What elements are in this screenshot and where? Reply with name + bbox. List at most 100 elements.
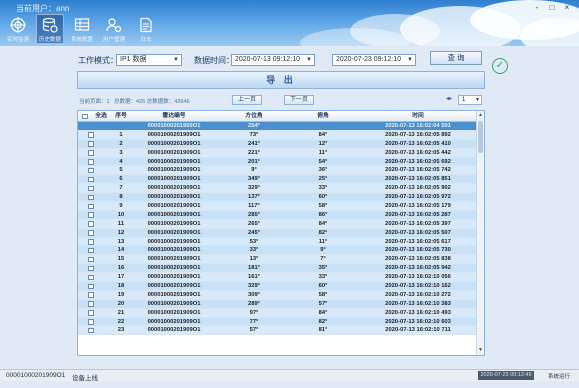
row-checkbox[interactable] [88, 203, 94, 210]
cell-azimuth: 161° [248, 274, 260, 281]
nav-log[interactable]: 日志 [132, 14, 160, 44]
cell-index: 11 [117, 220, 125, 227]
row-checkbox[interactable] [88, 319, 94, 325]
table-row[interactable]: 6 00001000201909O1 349° 25° 2020-07-13 16:02… [78, 175, 478, 185]
table-row[interactable]: 2 00001000201909O1 241° 12° 2020-07-13 16:02… [78, 139, 478, 149]
row-checkbox[interactable] [88, 301, 94, 307]
table-row[interactable]: 1 00001000201909O1 73° 84° 2020-07-13 16:02:… [78, 130, 478, 140]
table-row[interactable]: 00001000201909O1 254° 2020-07-13 16:02:04 … [78, 122, 478, 131]
cell-elevation: 11° [318, 238, 328, 245]
row-checkbox[interactable] [88, 150, 94, 156]
end-time-picker[interactable]: 2020-07-23 09:12:10 ▼ [332, 54, 416, 66]
table-row[interactable]: 14 00001000201909O1 33° 9° 2020-07-13 16:02:… [78, 246, 478, 256]
cell-elevation: 9° [320, 247, 326, 254]
table-row[interactable]: 22 00001000201909O1 77° 82° 2020-07-13 16:02… [78, 317, 478, 327]
table-row[interactable]: 9 00001000201909O1 117° 58° 2020-07-13 16:02… [78, 202, 478, 211]
table-row[interactable]: 21 00001000201909O1 97° 84° 2020-07-13 16:02… [78, 308, 478, 318]
nav-config[interactable]: 系统配置 [68, 14, 96, 44]
query-button[interactable]: 查 询 [430, 51, 482, 65]
mode-select[interactable]: IP1 数据 ▼ [116, 54, 182, 66]
row-checkbox[interactable] [88, 194, 94, 201]
row-checkbox[interactable] [88, 230, 94, 236]
cell-time: 2020-07-13 16:02:04 591 [385, 123, 451, 129]
table-row[interactable]: 10 00001000201909O1 285° 86° 2020-07-13 16:0… [78, 210, 478, 220]
cell-index: 10 [117, 211, 125, 218]
mode-label: 工作模式： [78, 56, 118, 65]
cell-time: 2020-07-13 16:02:10 383 [385, 300, 451, 307]
cell-time: 2020-07-13 16:02:10 162 [385, 283, 451, 290]
row-checkbox[interactable] [88, 132, 94, 138]
row-checkbox[interactable] [88, 185, 94, 192]
row-checkbox[interactable] [88, 176, 94, 183]
nav-history[interactable]: 历史数据 [36, 14, 64, 44]
table-row[interactable]: 16 00001000201909O1 181° 35° 2020-07-13 16:0… [78, 264, 478, 274]
cell-radar-id: 00001000201909O1 [147, 247, 201, 254]
table-row[interactable]: 18 00001000201909O1 329° 60° 2020-07-13 16:0… [78, 282, 478, 291]
row-checkbox[interactable] [88, 274, 94, 281]
row-checkbox[interactable] [88, 310, 94, 316]
cell-radar-id: 00001000201909O1 [147, 238, 201, 245]
row-checkbox[interactable] [88, 283, 94, 290]
cell-azimuth: 245° [248, 229, 260, 236]
cell-azimuth: 329° [248, 185, 260, 192]
cell-time: 2020-07-13 16:02:05 942 [385, 265, 451, 272]
grid-settings-icon [73, 16, 91, 34]
cell-elevation [290, 122, 356, 130]
row-checkbox[interactable] [88, 159, 94, 165]
row-checkbox[interactable] [88, 247, 94, 254]
cell-azimuth: 329° [248, 283, 260, 290]
row-checkbox[interactable] [88, 221, 94, 227]
close-button[interactable]: × [561, 3, 573, 13]
cell-index: 2 [119, 140, 123, 147]
select-all-checkbox[interactable] [82, 113, 88, 119]
page-arrows-icon[interactable]: ◂▸ [446, 95, 452, 102]
table-row[interactable]: 8 00001000201909O1 137° 60° 2020-07-13 16:02… [78, 193, 478, 203]
row-checkbox[interactable] [88, 327, 94, 334]
table-row[interactable]: 11 00001000201909O1 265° 84° 2020-07-13 16:0… [78, 219, 478, 229]
cell-radar-id: 00001000201909O1 [147, 176, 201, 183]
table-row[interactable]: 23 00001000201909O1 57° 81° 2020-07-13 16:02… [78, 326, 478, 336]
nav-realtime[interactable]: 实时监测 [4, 14, 32, 44]
cell-azimuth: 97° [249, 309, 259, 316]
row-checkbox[interactable] [88, 212, 94, 218]
page-select[interactable]: 1 ▼ [458, 95, 482, 105]
scroll-up-icon[interactable]: ▲ [477, 112, 484, 119]
cell-time: 2020-07-13 16:02:05 838 [385, 256, 451, 263]
minimize-button[interactable]: - [531, 3, 543, 13]
maximize-button[interactable]: □ [546, 3, 558, 13]
scroll-down-icon[interactable]: ▼ [477, 347, 484, 354]
start-time-picker[interactable]: 2020-07-13 09:12:10 ▼ [231, 54, 315, 66]
nav-label: 历史数据 [38, 37, 61, 43]
column-header-select-all[interactable]: 全选 [90, 111, 112, 122]
row-checkbox[interactable] [88, 141, 94, 147]
scroll-thumb[interactable] [478, 121, 483, 153]
cell-time: 2020-07-13 16:02:05 179 [385, 203, 451, 210]
table-row[interactable]: 13 00001000201909O1 53° 11° 2020-07-13 16:02… [78, 237, 478, 247]
nav-users[interactable]: 用户管理 [100, 14, 128, 44]
cell-radar-id: 00001000201909O1 [147, 131, 201, 138]
row-checkbox[interactable] [88, 292, 94, 298]
table-row[interactable]: 17 00001000201909O1 161° 33° 2020-07-13 16:0… [78, 273, 478, 283]
cell-azimuth: 53° [249, 238, 259, 245]
row-checkbox[interactable] [88, 167, 94, 174]
row-checkbox[interactable] [88, 265, 94, 272]
table-row[interactable]: 12 00001000201909O1 245° 82° 2020-07-13 16:0… [78, 228, 478, 238]
cell-azimuth: 254° [248, 123, 260, 129]
table-row[interactable]: 19 00001000201909O1 309° 58° 2020-07-13 16:0… [78, 290, 478, 300]
table-row[interactable]: 3 00001000201909O1 221° 11° 2020-07-13 16:02… [78, 148, 478, 158]
cell-azimuth: 285° [248, 211, 260, 218]
table-row[interactable]: 4 00001000201909O1 201° 54° 2020-07-13 16:02… [78, 157, 478, 167]
table-row[interactable]: 7 00001000201909O1 329° 33° 2020-07-13 16:02… [78, 184, 478, 194]
export-button[interactable]: 导 出 [77, 71, 485, 89]
cell-radar-id: 00001000201909O1 [147, 167, 201, 174]
table-row[interactable]: 5 00001000201909O1 9° 36° 2020-07-13 16:02:0… [78, 166, 478, 176]
prev-page-button[interactable]: 上一页 [232, 95, 262, 105]
row-checkbox[interactable] [88, 239, 94, 245]
cell-index: 6 [119, 176, 123, 183]
table-row[interactable]: 20 00001000201909O1 289° 57° 2020-07-13 16:0… [78, 299, 478, 309]
table-row[interactable]: 15 00001000201909O1 13° 7° 2020-07-13 16:02:… [78, 255, 478, 265]
cell-elevation: 84° [318, 220, 328, 227]
row-checkbox[interactable] [88, 256, 94, 263]
next-page-button[interactable]: 下一页 [284, 95, 314, 105]
table-scrollbar[interactable]: ▲ ▼ [476, 111, 484, 355]
